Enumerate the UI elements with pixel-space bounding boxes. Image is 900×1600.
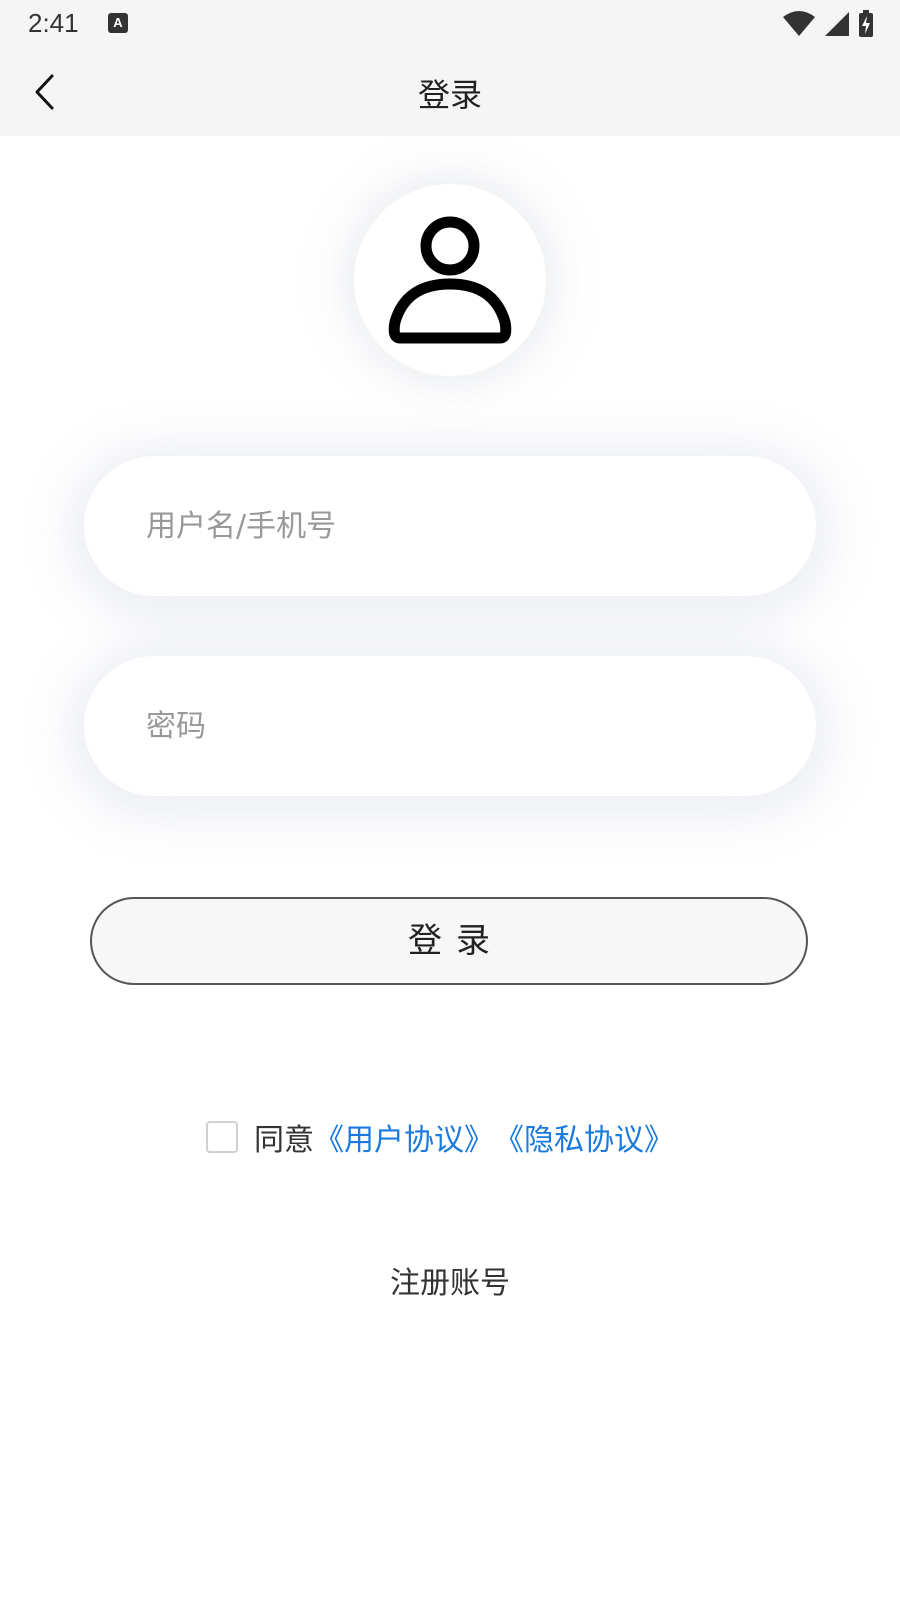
status-bar: 2:41 A: [0, 0, 900, 50]
password-input[interactable]: [146, 656, 766, 796]
nav-bar: 登录: [0, 50, 900, 136]
agreement-row: 同意 《用户协议》 《隐私协议》: [206, 1115, 674, 1159]
signal-icon: [825, 12, 849, 36]
battery-charging-icon: [859, 10, 873, 37]
status-icons: [782, 10, 874, 38]
user-icon: [388, 216, 512, 344]
privacy-agreement-link[interactable]: 《隐私协议》: [494, 1115, 674, 1159]
login-button[interactable]: 登录: [90, 897, 808, 985]
password-field-container: [84, 656, 816, 796]
register-link[interactable]: 注册账号: [0, 1258, 900, 1302]
username-field-container: [84, 456, 816, 596]
avatar: [354, 184, 546, 376]
agree-checkbox[interactable]: [206, 1121, 238, 1153]
user-agreement-link[interactable]: 《用户协议》: [314, 1115, 494, 1159]
page-title: 登录: [417, 76, 482, 114]
status-time: 2:41: [28, 8, 79, 38]
username-input[interactable]: [146, 456, 766, 596]
wifi-icon: [783, 11, 815, 36]
agree-prefix: 同意: [254, 1123, 314, 1158]
notification-a-icon: A: [108, 13, 128, 33]
